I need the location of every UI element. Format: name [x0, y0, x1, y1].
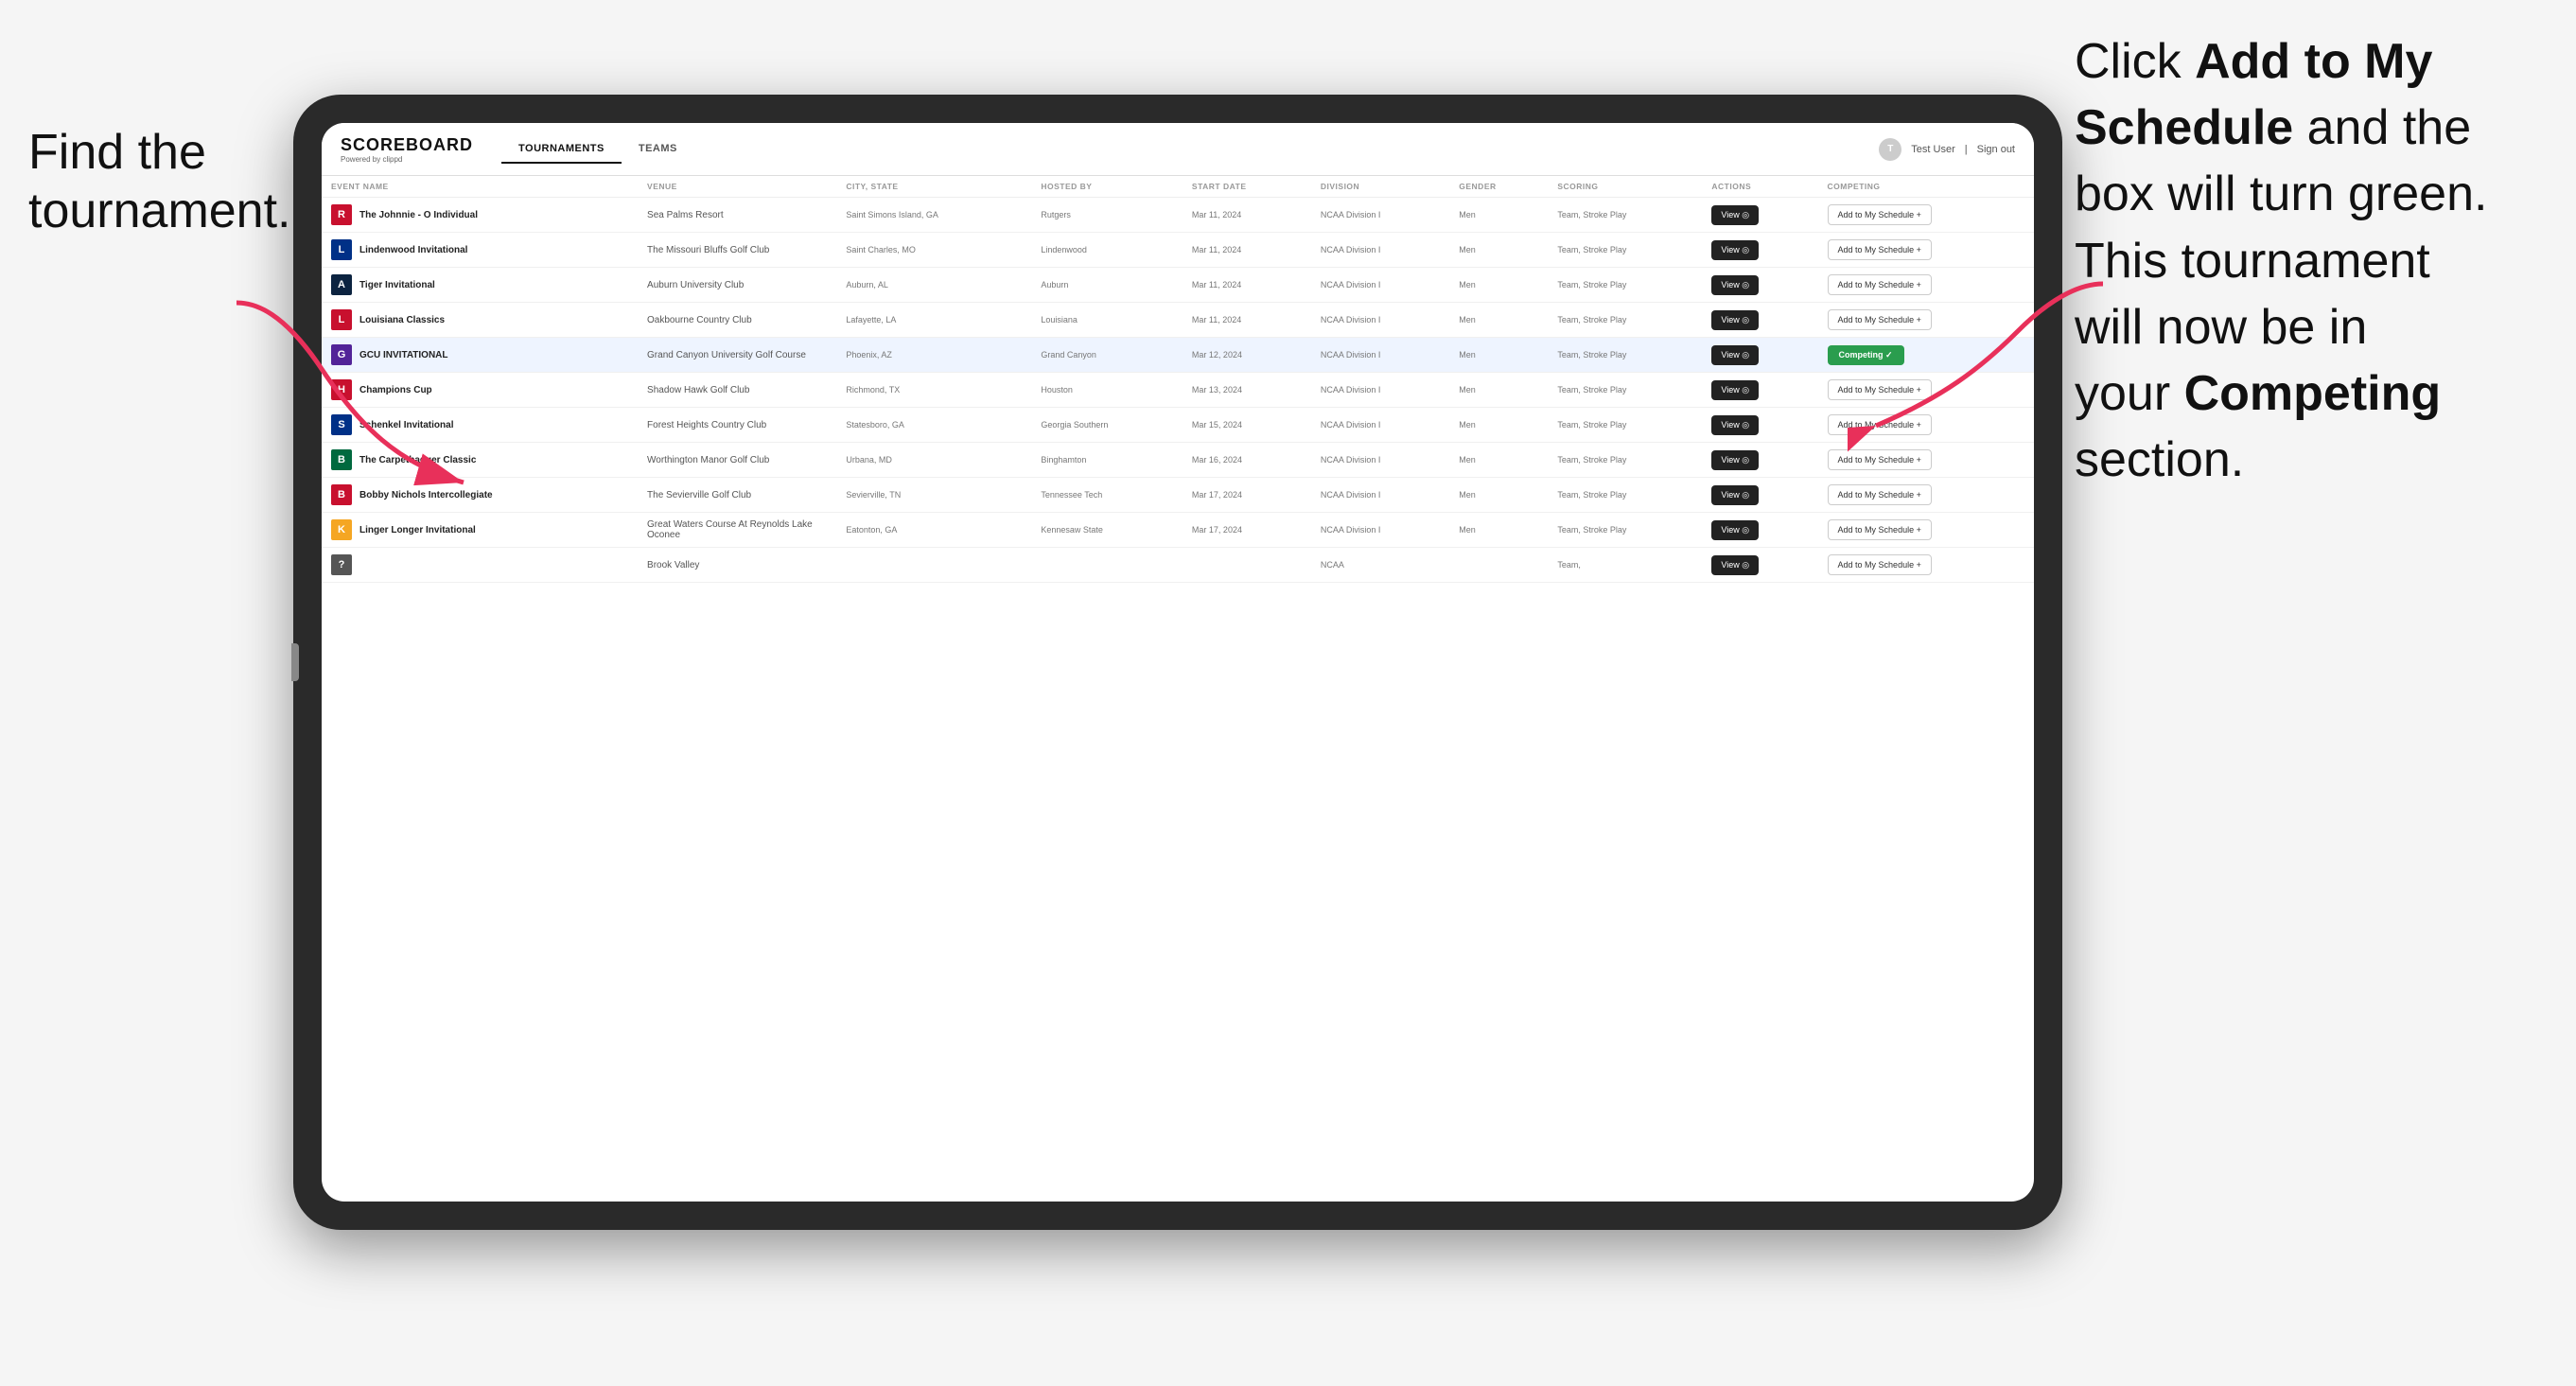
view-button[interactable]: View ◎ — [1711, 205, 1759, 225]
table-row: B The Carpetbagger Classic Worthington M… — [322, 443, 2034, 478]
add-schedule-button[interactable]: Add to My Schedule + — [1828, 519, 1932, 540]
arrow-right — [1848, 274, 2131, 464]
arrow-left — [208, 293, 511, 530]
annotation-left: Find the tournament. — [28, 123, 291, 241]
table-row: ? Brook ValleyNCAATeam,View ◎Add to My S… — [322, 548, 2034, 583]
user-name: Test User — [1911, 144, 1954, 155]
table-row: H Champions Cup Shadow Hawk Golf ClubRic… — [322, 373, 2034, 408]
add-schedule-button[interactable]: Add to My Schedule + — [1828, 554, 1932, 575]
col-division: DIVISION — [1311, 176, 1449, 198]
table-body: R The Johnnie - O Individual Sea Palms R… — [322, 198, 2034, 583]
view-button[interactable]: View ◎ — [1711, 380, 1759, 400]
tablet-side-button — [291, 643, 299, 681]
tab-teams[interactable]: TEAMS — [622, 135, 694, 164]
view-button[interactable]: View ◎ — [1711, 275, 1759, 295]
col-competing: COMPETING — [1818, 176, 2034, 198]
add-schedule-button[interactable]: Add to My Schedule + — [1828, 204, 1932, 225]
tournaments-table: EVENT NAME VENUE CITY, STATE HOSTED BY S… — [322, 176, 2034, 583]
table-row: R The Johnnie - O Individual Sea Palms R… — [322, 198, 2034, 233]
col-actions: ACTIONS — [1702, 176, 1817, 198]
table-row: L Lindenwood Invitational The Missouri B… — [322, 233, 2034, 268]
add-schedule-button[interactable]: Add to My Schedule + — [1828, 239, 1932, 260]
view-button[interactable]: View ◎ — [1711, 555, 1759, 575]
nav-tabs: TOURNAMENTS TEAMS — [501, 135, 694, 164]
divider: | — [1965, 144, 1968, 155]
logo-area: SCOREBOARD Powered by clippd — [341, 135, 473, 164]
col-city-state: CITY, STATE — [836, 176, 1031, 198]
tablet-frame: SCOREBOARD Powered by clippd TOURNAMENTS… — [293, 95, 2062, 1230]
table-header-row: EVENT NAME VENUE CITY, STATE HOSTED BY S… — [322, 176, 2034, 198]
view-button[interactable]: View ◎ — [1711, 520, 1759, 540]
col-scoring: SCORING — [1548, 176, 1702, 198]
sign-out-link[interactable]: Sign out — [1977, 144, 2015, 155]
view-button[interactable]: View ◎ — [1711, 345, 1759, 365]
view-button[interactable]: View ◎ — [1711, 310, 1759, 330]
tab-tournaments[interactable]: TOURNAMENTS — [501, 135, 622, 164]
col-gender: GENDER — [1449, 176, 1548, 198]
view-button[interactable]: View ◎ — [1711, 240, 1759, 260]
col-event-name: EVENT NAME — [322, 176, 638, 198]
table-row: A Tiger Invitational Auburn University C… — [322, 268, 2034, 303]
add-schedule-button[interactable]: Add to My Schedule + — [1828, 484, 1932, 505]
tournaments-table-container: EVENT NAME VENUE CITY, STATE HOSTED BY S… — [322, 176, 2034, 1202]
app-logo: SCOREBOARD — [341, 135, 473, 155]
table-row: L Louisiana Classics Oakbourne Country C… — [322, 303, 2034, 338]
tablet-screen: SCOREBOARD Powered by clippd TOURNAMENTS… — [322, 123, 2034, 1202]
table-row: S Schenkel Invitational Forest Heights C… — [322, 408, 2034, 443]
col-venue: VENUE — [638, 176, 836, 198]
view-button[interactable]: View ◎ — [1711, 415, 1759, 435]
view-button[interactable]: View ◎ — [1711, 485, 1759, 505]
view-button[interactable]: View ◎ — [1711, 450, 1759, 470]
table-row: G GCU INVITATIONAL Grand Canyon Universi… — [322, 338, 2034, 373]
annotation-right: Click Add to My Schedule and the box wil… — [2075, 28, 2548, 493]
app-logo-sub: Powered by clippd — [341, 155, 473, 164]
col-start-date: START DATE — [1183, 176, 1311, 198]
table-row: B Bobby Nichols Intercollegiate The Sevi… — [322, 478, 2034, 513]
header-right: T Test User | Sign out — [1879, 138, 2015, 161]
col-hosted-by: HOSTED BY — [1031, 176, 1183, 198]
user-avatar: T — [1879, 138, 1901, 161]
table-row: K Linger Longer Invitational Great Water… — [322, 513, 2034, 548]
app-header: SCOREBOARD Powered by clippd TOURNAMENTS… — [322, 123, 2034, 176]
